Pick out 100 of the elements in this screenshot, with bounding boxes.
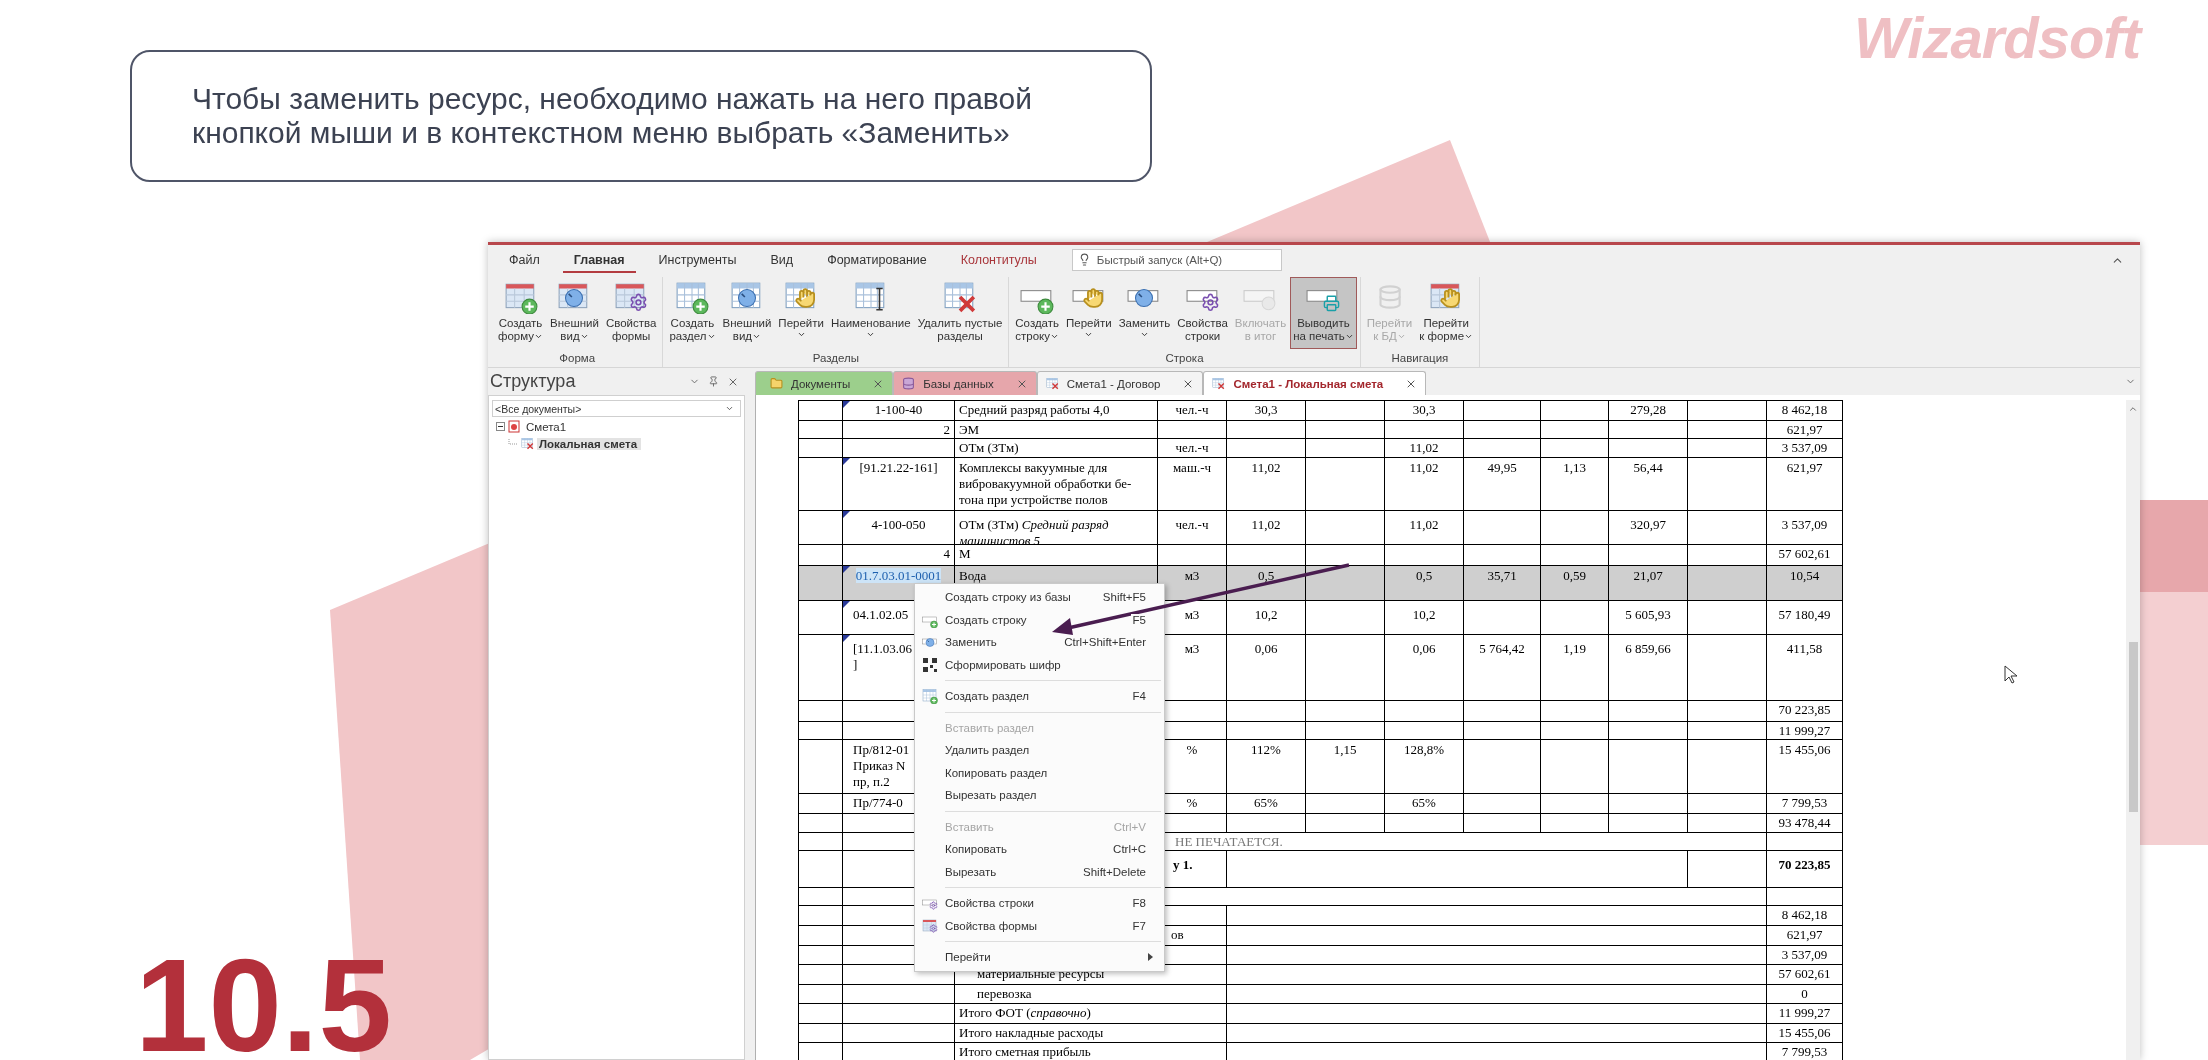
menu-item[interactable]: Вырезать Shift+Delete <box>915 860 1164 883</box>
ribbon-button[interactable]: Заменить <box>1115 277 1174 349</box>
ribbon-tab[interactable]: Колонтитулы <box>949 247 1048 273</box>
table-cell: чел.-ч <box>1158 401 1227 421</box>
table-cell: 15 455,06 <box>1767 740 1843 794</box>
table-cell: 70 223,85 <box>1767 851 1843 888</box>
caret-icon <box>866 330 876 339</box>
table-cell: 15 455,06 <box>1767 1024 1843 1043</box>
table-cell: 0,06 <box>1227 635 1306 701</box>
scrollbar-thumb[interactable] <box>2128 642 2138 812</box>
table-plus-icon <box>675 280 710 314</box>
table-cell: 5 605,93 <box>1609 601 1688 635</box>
table-cell <box>1541 601 1609 635</box>
pin-icon[interactable] <box>708 376 719 387</box>
table-cell: 0,06 <box>1385 635 1464 701</box>
table-cell <box>1541 439 1609 458</box>
caret-icon <box>1344 332 1354 341</box>
ribbon-button[interactable]: Внешний вид <box>547 277 602 349</box>
search-field[interactable]: Быстрый запуск (Alt+Q) <box>1071 249 1282 271</box>
table-cell: 279,28 <box>1609 401 1688 421</box>
table-cell: 411,58 <box>1767 635 1843 701</box>
table-cell: 3 537,09 <box>1767 511 1843 545</box>
document-tab[interactable]: Смета1 - Локальная смета <box>1203 371 1427 395</box>
ribbon-button[interactable]: Создать строку <box>1012 277 1063 349</box>
table-cell: 621,97 <box>1767 421 1843 439</box>
table-cell: 112% <box>1227 740 1306 794</box>
table-cell: 320,97 <box>1609 511 1688 545</box>
table-cell: 1,19 <box>1541 635 1609 701</box>
ribbon-tab[interactable]: Главная <box>562 247 636 273</box>
caret-icon <box>534 332 544 341</box>
document-icon <box>1212 377 1226 390</box>
table-cell: 65% <box>1385 794 1464 814</box>
corner-marker-icon <box>843 401 850 408</box>
document-tab[interactable]: Смета1 - Договор <box>1036 371 1204 395</box>
ribbon-tab[interactable]: Файл <box>498 247 551 273</box>
table-cell: перевозка <box>955 985 1227 1004</box>
ribbon-button[interactable]: Создать форму <box>495 277 547 349</box>
group-label: Разделы <box>811 352 860 366</box>
table-cell: ЭМ <box>955 421 1158 439</box>
table-cell: 10,2 <box>1227 601 1306 635</box>
group-label: Строка <box>1164 352 1205 366</box>
ribbon-button[interactable]: Свойства строки <box>1174 277 1231 349</box>
ribbon-button[interactable]: Удалить пустые разделы <box>914 277 1006 349</box>
scrollbar[interactable] <box>2126 400 2140 1060</box>
form-gear-icon <box>922 917 938 934</box>
table-cell: 57 602,61 <box>1767 965 1843 985</box>
ribbon-button[interactable]: Перейти <box>1063 277 1115 349</box>
corner-marker-icon <box>843 635 850 642</box>
table-cell: 128,8% <box>1385 740 1464 794</box>
ribbon-button[interactable]: Перейти <box>775 277 827 349</box>
table-cell: 3 537,09 <box>1767 439 1843 458</box>
table-cell: 10,2 <box>1385 601 1464 635</box>
caret-icon <box>1139 330 1149 339</box>
table-cell: 21,07 <box>1609 566 1688 601</box>
table-cell: Средний разряд работы 4,0 <box>955 401 1158 421</box>
ribbon-button[interactable]: Создать раздел <box>666 277 719 349</box>
group-label: Форма <box>558 352 597 366</box>
mouse-cursor-icon <box>2004 665 2018 685</box>
caret-icon <box>706 332 716 341</box>
ribbon-button[interactable]: Перейти к форме <box>1416 277 1477 349</box>
table-cell <box>1541 814 1609 833</box>
scroll-up-icon[interactable] <box>2128 404 2138 414</box>
ribbon-button[interactable]: Внешний вид <box>719 277 775 349</box>
ribbon-button[interactable]: Наименование <box>827 277 914 349</box>
table-cell: 8 462,18 <box>1767 401 1843 421</box>
ribbon-button[interactable]: Выводить на печать <box>1290 277 1357 349</box>
table-cell: 1,13 <box>1541 458 1609 511</box>
table-cell: 56,44 <box>1609 458 1688 511</box>
table-cell: Итого сметная прибыль <box>955 1043 1227 1060</box>
table-cell: 2 <box>843 421 955 439</box>
table-cell: 57 180,49 <box>1767 601 1843 635</box>
filter-dropdown[interactable]: <Все документы> <box>492 400 741 417</box>
document-tab[interactable]: Документы <box>755 371 894 395</box>
caret-icon <box>725 404 734 413</box>
table-cell <box>1541 511 1609 545</box>
corner-marker-icon <box>843 458 850 465</box>
corner-marker-icon <box>843 566 850 573</box>
table-delete-icon <box>943 280 977 314</box>
table-cell: 30,3 <box>1385 401 1464 421</box>
table-cell: ОТм (ЗТм) <box>955 439 1158 458</box>
tree-item[interactable]: Смета1 <box>492 419 741 434</box>
menu-item[interactable]: Свойства строки F8 <box>915 892 1164 915</box>
table-cell <box>1158 421 1227 439</box>
ribbon-tab[interactable]: Форматирование <box>816 247 938 273</box>
table-cell: 35,71 <box>1464 566 1541 601</box>
ribbon-tab[interactable]: Инструменты <box>647 247 748 273</box>
table-cell: 30,3 <box>1227 401 1306 421</box>
document-tab[interactable]: Базы данных <box>893 371 1037 395</box>
table-cell: чел.-ч <box>1158 511 1227 545</box>
table-cell: Комплексы вакуумные для вибровакуумной обработки бе- тона при устройстве полов <box>955 458 1158 511</box>
collapse-icon[interactable] <box>496 422 505 431</box>
tree-item[interactable]: Локальная смета <box>492 436 741 451</box>
ribbon-tab[interactable]: Вид <box>759 247 805 273</box>
ribbon-button[interactable]: Свойства формы <box>602 277 660 349</box>
table-icon <box>521 437 534 450</box>
table-cell <box>1541 740 1609 794</box>
table-cell: 0,5 <box>1385 566 1464 601</box>
table-cell: 621,97 <box>1767 926 1843 946</box>
folder-icon <box>770 377 783 390</box>
table-cell: 11,02 <box>1385 458 1464 511</box>
